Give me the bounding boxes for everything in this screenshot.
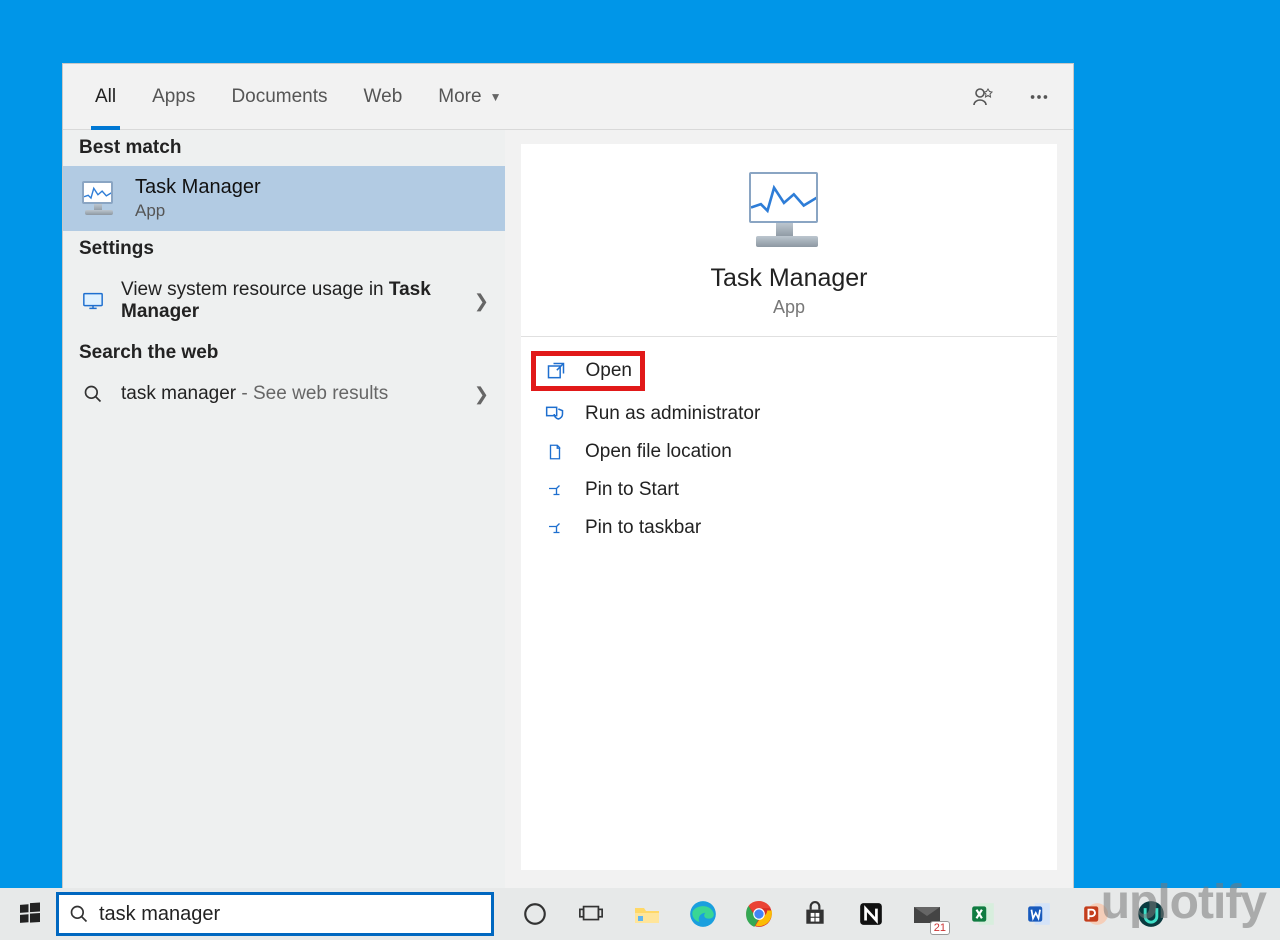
section-best-match: Best match: [63, 130, 505, 166]
chrome-icon[interactable]: [742, 897, 776, 931]
settings-icon: [79, 291, 107, 311]
tab-more[interactable]: More▼: [420, 64, 519, 129]
powerpoint-icon[interactable]: [1078, 897, 1112, 931]
action-run-admin[interactable]: Run as administrator: [531, 395, 1047, 433]
chevron-right-icon: ❯: [474, 291, 489, 312]
taskbar-search-input[interactable]: [99, 903, 481, 926]
start-button[interactable]: [6, 890, 54, 938]
search-icon: [69, 904, 89, 924]
best-match-subtitle: App: [135, 201, 261, 221]
shield-icon: [543, 404, 567, 424]
cortana-icon[interactable]: [518, 897, 552, 931]
store-icon[interactable]: [798, 897, 832, 931]
preview-column: Task Manager App Open Run as adm: [505, 130, 1073, 888]
pin-icon: [543, 519, 567, 537]
open-icon: [544, 361, 568, 381]
action-pin-taskbar[interactable]: Pin to taskbar: [531, 509, 1047, 547]
excel-icon[interactable]: [966, 897, 1000, 931]
results-column: Best match Task Manager App Settings: [63, 130, 505, 888]
action-open[interactable]: Open: [531, 351, 645, 391]
tab-all[interactable]: All: [77, 64, 134, 129]
search-icon: [79, 384, 107, 404]
mail-icon[interactable]: 21: [910, 897, 944, 931]
app-u-icon[interactable]: [1134, 897, 1168, 931]
word-icon[interactable]: [1022, 897, 1056, 931]
search-tabs: All Apps Documents Web More▼: [63, 64, 1073, 130]
best-match-title: Task Manager: [135, 176, 261, 199]
tab-documents[interactable]: Documents: [213, 64, 345, 129]
task-manager-icon: [79, 181, 121, 217]
task-view-icon[interactable]: [574, 897, 608, 931]
calendar-badge: 21: [930, 921, 950, 935]
taskbar-search-box[interactable]: [56, 892, 494, 936]
more-options-icon[interactable]: [1021, 79, 1057, 115]
chevron-down-icon: ▼: [490, 90, 502, 104]
notion-icon[interactable]: [854, 897, 888, 931]
settings-item-label: View system resource usage in Task Manag…: [121, 279, 460, 323]
task-manager-icon-large: [743, 170, 835, 250]
taskbar: 21: [0, 888, 1280, 940]
folder-icon: [543, 442, 567, 462]
preview-subtitle: App: [541, 297, 1037, 318]
web-result-label: task manager - See web results: [121, 383, 460, 405]
search-flyout: All Apps Documents Web More▼ Best match: [62, 63, 1074, 889]
settings-item-resource-usage[interactable]: View system resource usage in Task Manag…: [63, 267, 505, 335]
section-settings: Settings: [63, 231, 505, 267]
action-open-file-location[interactable]: Open file location: [531, 433, 1047, 471]
best-match-task-manager[interactable]: Task Manager App: [63, 166, 505, 231]
chevron-right-icon: ❯: [474, 384, 489, 405]
tab-web[interactable]: Web: [346, 64, 421, 129]
section-search-web: Search the web: [63, 335, 505, 371]
action-pin-start[interactable]: Pin to Start: [531, 471, 1047, 509]
pin-icon: [543, 481, 567, 499]
web-result-item[interactable]: task manager - See web results ❯: [63, 371, 505, 417]
edge-icon[interactable]: [686, 897, 720, 931]
preview-title: Task Manager: [541, 264, 1037, 293]
file-explorer-icon[interactable]: [630, 897, 664, 931]
action-list: Open Run as administrator Open file loca…: [521, 337, 1057, 561]
feedback-icon[interactable]: [965, 79, 1001, 115]
tab-apps[interactable]: Apps: [134, 64, 213, 129]
